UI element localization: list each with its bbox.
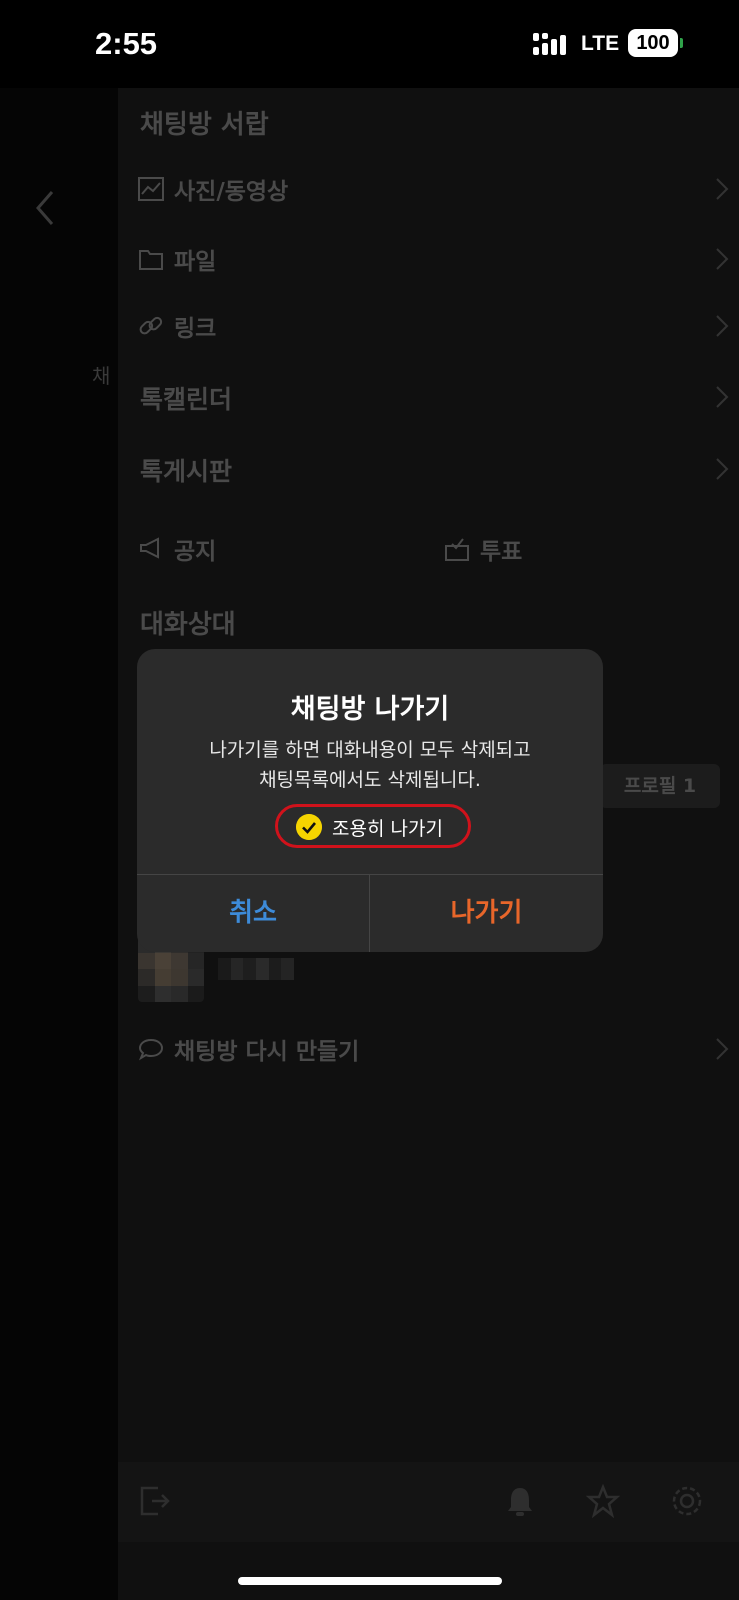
quiet-leave-label: 조용히 나가기 [332,818,443,840]
drawer-item-label: 사진/동영상 [174,179,289,205]
dialog-message: 나가기를 하면 대화내용이 모두 삭제되고 채팅목록에서도 삭제됩니다. [137,735,603,795]
drawer-item-links[interactable]: 링크 [138,305,729,355]
drawer-item-calendar[interactable]: 톡캘린더 [138,376,729,426]
speech-bubble-icon [138,1038,164,1061]
profile-chip[interactable]: 프로필 1 [600,764,720,808]
drawer-item-label: 파일 [174,249,217,275]
drawer-item-photos[interactable]: 사진/동영상 [138,168,729,218]
chevron-right-icon [716,458,729,480]
drawer-item-label: 톡캘린더 [140,385,233,414]
dialog-message-line: 나가기를 하면 대화내용이 모두 삭제되고 [209,739,531,761]
network-type: LTE [581,32,620,55]
quiet-leave-option[interactable]: 조용히 나가기 [275,804,471,848]
chevron-right-icon [716,386,729,408]
battery-icon: 100 [628,29,678,57]
drawer-bottom-bar [118,1462,739,1542]
star-icon[interactable] [586,1484,620,1518]
link-icon [139,316,163,335]
status-bar: 2:55 LTE 100 [0,0,739,88]
chat-title-peek: 채 [92,364,111,388]
chevron-right-icon [716,248,729,270]
drawer-item-files[interactable]: 파일 [138,238,729,288]
drawer-item-label: 공지 [174,539,217,565]
photo-icon [138,177,164,201]
drawer-title: 채팅방 서랍 [140,110,269,140]
home-indicator[interactable] [238,1577,502,1585]
dialog-message-line: 채팅목록에서도 삭제됩니다. [259,769,481,791]
leave-chat-dialog: 채팅방 나가기 나가기를 하면 대화내용이 모두 삭제되고 채팅목록에서도 삭제… [137,649,603,952]
drawer-item-vote[interactable]: 투표 [444,528,644,578]
drawer-item-label: 링크 [174,316,217,342]
leave-button[interactable]: 나가기 [370,875,603,952]
chevron-right-icon [716,1038,729,1060]
back-arrow-icon[interactable] [30,188,60,228]
checkmark-circle-icon[interactable] [296,814,322,840]
dialog-title: 채팅방 나가기 [290,694,450,725]
drawer-item-board[interactable]: 톡게시판 [138,448,729,498]
drawer-item-label: 채팅방 다시 만들기 [174,1039,360,1065]
exit-icon[interactable] [138,1484,172,1518]
folder-icon [139,250,163,270]
battery-tip [680,38,683,48]
members-title: 대화상대 [140,610,236,640]
vote-box-icon [445,538,469,561]
chevron-right-icon [716,315,729,337]
member-name-pixelated [218,958,294,980]
drawer-item-label: 톡게시판 [140,457,233,486]
bell-icon[interactable] [503,1484,537,1518]
drawer-item-notice[interactable]: 공지 [138,528,438,578]
chevron-right-icon [716,178,729,200]
gear-icon[interactable] [670,1484,704,1518]
cancel-button[interactable]: 취소 [137,875,369,952]
megaphone-icon [140,537,159,559]
signal-icon [533,33,573,55]
drawer-item-label: 투표 [480,539,523,565]
drawer-item-recreate-chat[interactable]: 채팅방 다시 만들기 [138,1028,729,1078]
status-time: 2:55 [95,26,158,61]
